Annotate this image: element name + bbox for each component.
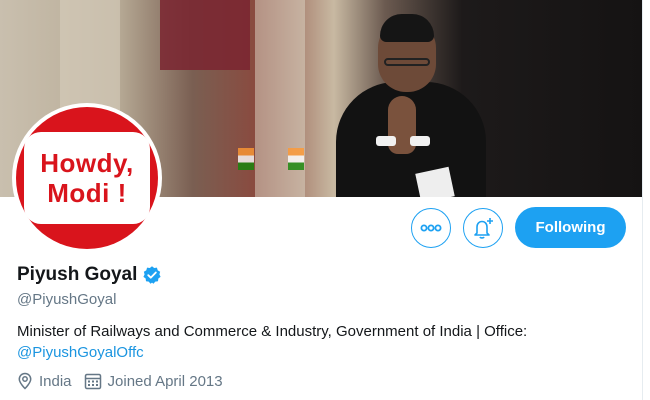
profile-joined: Joined April 2013 bbox=[84, 372, 223, 390]
bell-plus-icon bbox=[474, 218, 493, 239]
profile-bio: Minister of Railways and Commerce & Indu… bbox=[17, 321, 637, 363]
banner-person-glasses bbox=[384, 58, 430, 66]
bio-text: Minister of Railways and Commerce & Indu… bbox=[17, 323, 528, 340]
banner-curtain bbox=[160, 0, 250, 70]
profile-name-row: Piyush Goyal bbox=[17, 264, 162, 286]
location-pin-icon bbox=[18, 372, 32, 390]
profile-location: India bbox=[17, 372, 72, 390]
following-button[interactable]: Following bbox=[515, 207, 626, 248]
calendar-icon bbox=[84, 373, 101, 390]
page-edge bbox=[642, 0, 650, 400]
verified-badge-icon bbox=[143, 266, 161, 284]
banner-flag bbox=[238, 148, 254, 170]
avatar-line-1: Howdy, bbox=[40, 148, 134, 178]
more-button[interactable] bbox=[411, 208, 451, 248]
banner-person-cuff bbox=[410, 136, 430, 146]
location-text: India bbox=[39, 372, 72, 390]
avatar[interactable]: Howdy, Modi ! bbox=[12, 103, 162, 253]
banner-person-hair bbox=[380, 14, 434, 42]
profile-name: Piyush Goyal bbox=[17, 264, 138, 285]
avatar-line-2: Modi ! bbox=[47, 178, 127, 208]
banner-person-cuff bbox=[376, 136, 396, 146]
joined-text: Joined April 2013 bbox=[107, 372, 223, 390]
avatar-background: Howdy, Modi ! bbox=[16, 107, 158, 249]
banner-flag bbox=[288, 148, 304, 170]
more-icon bbox=[420, 224, 442, 232]
profile-meta: India Joined April 2013 bbox=[17, 372, 235, 390]
avatar-logo-text: Howdy, Modi ! bbox=[27, 135, 147, 221]
bio-mention-link[interactable]: @PiyushGoyalOffc bbox=[17, 342, 637, 363]
profile-handle: @PiyushGoyal bbox=[17, 291, 117, 308]
notifications-button[interactable] bbox=[463, 208, 503, 248]
